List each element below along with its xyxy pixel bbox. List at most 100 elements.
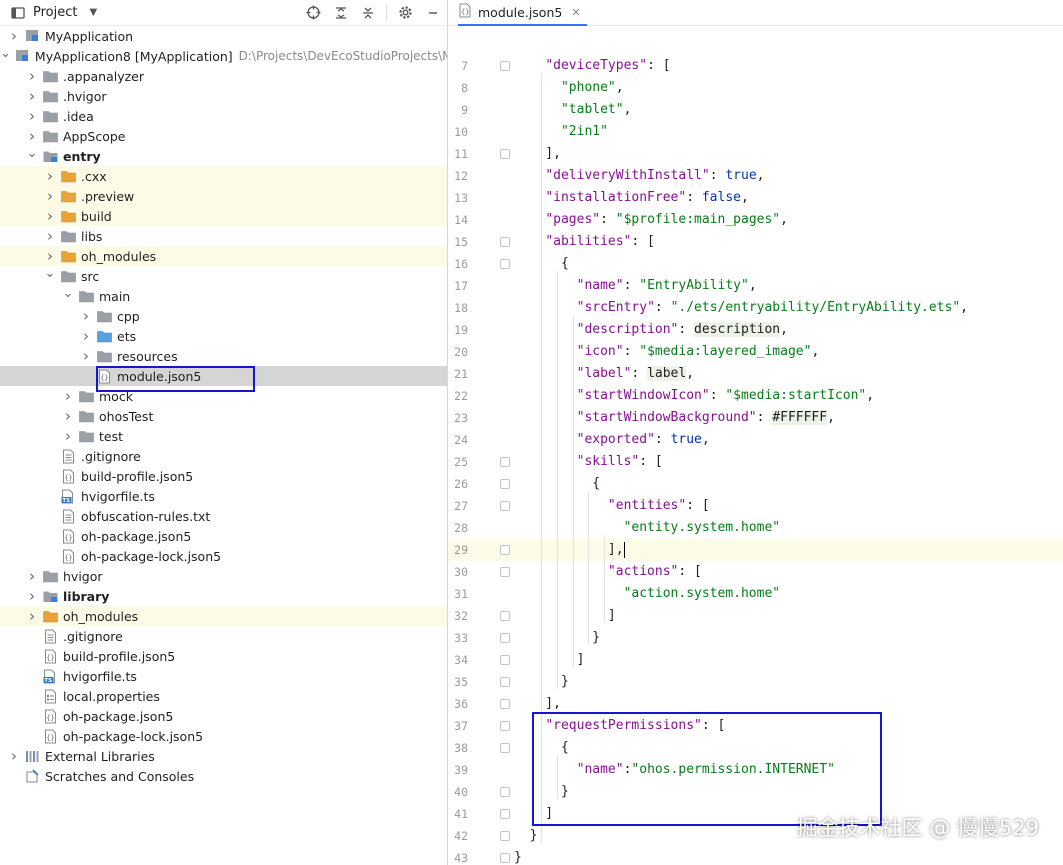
minimize-icon[interactable]: [424, 4, 441, 21]
tree-item[interactable]: TS hvigorfile.ts: [0, 666, 447, 686]
fold-marker-icon[interactable]: [500, 457, 510, 467]
tree-item[interactable]: › resources: [0, 346, 447, 366]
chevron-right-icon[interactable]: ›: [26, 567, 38, 585]
code-line[interactable]: "startWindowBackground": #FFFFFF,: [448, 407, 1063, 429]
select-opened-file-icon[interactable]: [305, 4, 322, 21]
fold-marker-icon[interactable]: [500, 611, 510, 621]
fold-marker-icon[interactable]: [500, 61, 510, 71]
code-line[interactable]: "phone",: [448, 77, 1063, 99]
code-line[interactable]: "installationFree": false,: [448, 187, 1063, 209]
tree-item[interactable]: › test: [0, 426, 447, 446]
tree-item[interactable]: › MyApplication: [0, 26, 447, 46]
chevron-right-icon[interactable]: ›: [26, 87, 38, 105]
tree-item[interactable]: › build: [0, 206, 447, 226]
code-line[interactable]: "entity.system.home": [448, 517, 1063, 539]
chevron-right-icon[interactable]: ›: [44, 187, 56, 205]
tree-item[interactable]: .gitignore: [0, 446, 447, 466]
chevron-right-icon[interactable]: ›: [26, 587, 38, 605]
chevron-right-icon[interactable]: ›: [62, 387, 74, 405]
tree-item[interactable]: local.properties: [0, 686, 447, 706]
chevron-right-icon[interactable]: ›: [44, 247, 56, 265]
tree-item[interactable]: › hvigor: [0, 566, 447, 586]
expand-all-icon[interactable]: [332, 4, 349, 21]
tree-item[interactable]: .gitignore: [0, 626, 447, 646]
fold-marker-icon[interactable]: [500, 699, 510, 709]
tree-item[interactable]: obfuscation-rules.txt: [0, 506, 447, 526]
fold-marker-icon[interactable]: [500, 501, 510, 511]
code-line[interactable]: ],: [448, 143, 1063, 165]
code-line[interactable]: "2in1": [448, 121, 1063, 143]
fold-marker-icon[interactable]: [500, 567, 510, 577]
fold-marker-icon[interactable]: [500, 633, 510, 643]
tree-item[interactable]: › oh_modules: [0, 246, 447, 266]
fold-marker-icon[interactable]: [500, 259, 510, 269]
chevron-right-icon[interactable]: ›: [8, 27, 20, 45]
editor-tab-module-json5[interactable]: {} module.json5 ✕: [458, 0, 587, 26]
gear-icon[interactable]: [397, 4, 414, 21]
tree-item[interactable]: › .appanalyzer: [0, 66, 447, 86]
tree-item[interactable]: › External Libraries: [0, 746, 447, 766]
tree-item[interactable]: TS hvigorfile.ts: [0, 486, 447, 506]
tree-item[interactable]: {} oh-package-lock.json5: [0, 546, 447, 566]
tree-item[interactable]: › ets: [0, 326, 447, 346]
code-line[interactable]: "entities": [: [448, 495, 1063, 517]
collapse-all-icon[interactable]: [359, 4, 376, 21]
code-line[interactable]: }: [448, 627, 1063, 649]
fold-marker-icon[interactable]: [500, 677, 510, 687]
tree-item[interactable]: › library: [0, 586, 447, 606]
tree-item[interactable]: Scratches and Consoles: [0, 766, 447, 786]
code-line[interactable]: ],: [448, 539, 1063, 561]
code-line[interactable]: "icon": "$media:layered_image",: [448, 341, 1063, 363]
fold-marker-icon[interactable]: [500, 853, 510, 863]
tree-item[interactable]: › cpp: [0, 306, 447, 326]
code-line[interactable]: "deviceTypes": [: [448, 55, 1063, 77]
code-line[interactable]: "tablet",: [448, 99, 1063, 121]
fold-marker-icon[interactable]: [500, 479, 510, 489]
fold-marker-icon[interactable]: [500, 545, 510, 555]
code-line[interactable]: "skills": [: [448, 451, 1063, 473]
chevron-right-icon[interactable]: ›: [26, 127, 38, 145]
tree-item[interactable]: › libs: [0, 226, 447, 246]
fold-marker-icon[interactable]: [500, 237, 510, 247]
code-line[interactable]: }: [448, 847, 1063, 865]
code-line[interactable]: ]: [448, 605, 1063, 627]
chevron-right-icon[interactable]: ›: [80, 307, 92, 325]
fold-marker-icon[interactable]: [500, 787, 510, 797]
fold-marker-icon[interactable]: [500, 831, 510, 841]
fold-marker-icon[interactable]: [500, 655, 510, 665]
chevron-right-icon[interactable]: ›: [44, 167, 56, 185]
chevron-down-icon[interactable]: ⌄: [26, 146, 38, 161]
chevron-down-icon[interactable]: ⌄: [62, 286, 74, 301]
tree-item[interactable]: ⌄ src: [0, 266, 447, 286]
tree-item[interactable]: {} oh-package.json5: [0, 526, 447, 546]
chevron-right-icon[interactable]: ›: [62, 427, 74, 445]
code-line[interactable]: "startWindowIcon": "$media:startIcon",: [448, 385, 1063, 407]
chevron-right-icon[interactable]: ›: [62, 407, 74, 425]
chevron-right-icon[interactable]: ›: [26, 67, 38, 85]
code-line[interactable]: {: [448, 253, 1063, 275]
code-line[interactable]: }: [448, 671, 1063, 693]
tree-item[interactable]: › .preview: [0, 186, 447, 206]
code-line[interactable]: "actions": [: [448, 561, 1063, 583]
tree-item[interactable]: ⌄ entry: [0, 146, 447, 166]
project-panel-title[interactable]: Project: [33, 5, 77, 20]
code-line[interactable]: "label": label,: [448, 363, 1063, 385]
tree-item[interactable]: {} oh-package.json5: [0, 706, 447, 726]
tree-item[interactable]: ⌄ MyApplication8 [MyApplication] D:\Projec…: [0, 46, 447, 66]
chevron-right-icon[interactable]: ›: [26, 107, 38, 125]
code-line[interactable]: "pages": "$profile:main_pages",: [448, 209, 1063, 231]
fold-marker-icon[interactable]: [500, 809, 510, 819]
code-line[interactable]: "action.system.home": [448, 583, 1063, 605]
chevron-down-icon[interactable]: ⌄: [44, 266, 56, 281]
tree-item[interactable]: › .cxx: [0, 166, 447, 186]
code-line[interactable]: {: [448, 473, 1063, 495]
tree-item[interactable]: {} oh-package-lock.json5: [0, 726, 447, 746]
chevron-right-icon[interactable]: ›: [80, 347, 92, 365]
fold-marker-icon[interactable]: [500, 721, 510, 731]
tree-item[interactable]: ⌄ main: [0, 286, 447, 306]
chevron-right-icon[interactable]: ›: [26, 607, 38, 625]
chevron-down-icon[interactable]: ▼: [89, 7, 97, 18]
tree-item[interactable]: › ohosTest: [0, 406, 447, 426]
chevron-down-icon[interactable]: ⌄: [0, 46, 11, 61]
code-line[interactable]: "abilities": [: [448, 231, 1063, 253]
